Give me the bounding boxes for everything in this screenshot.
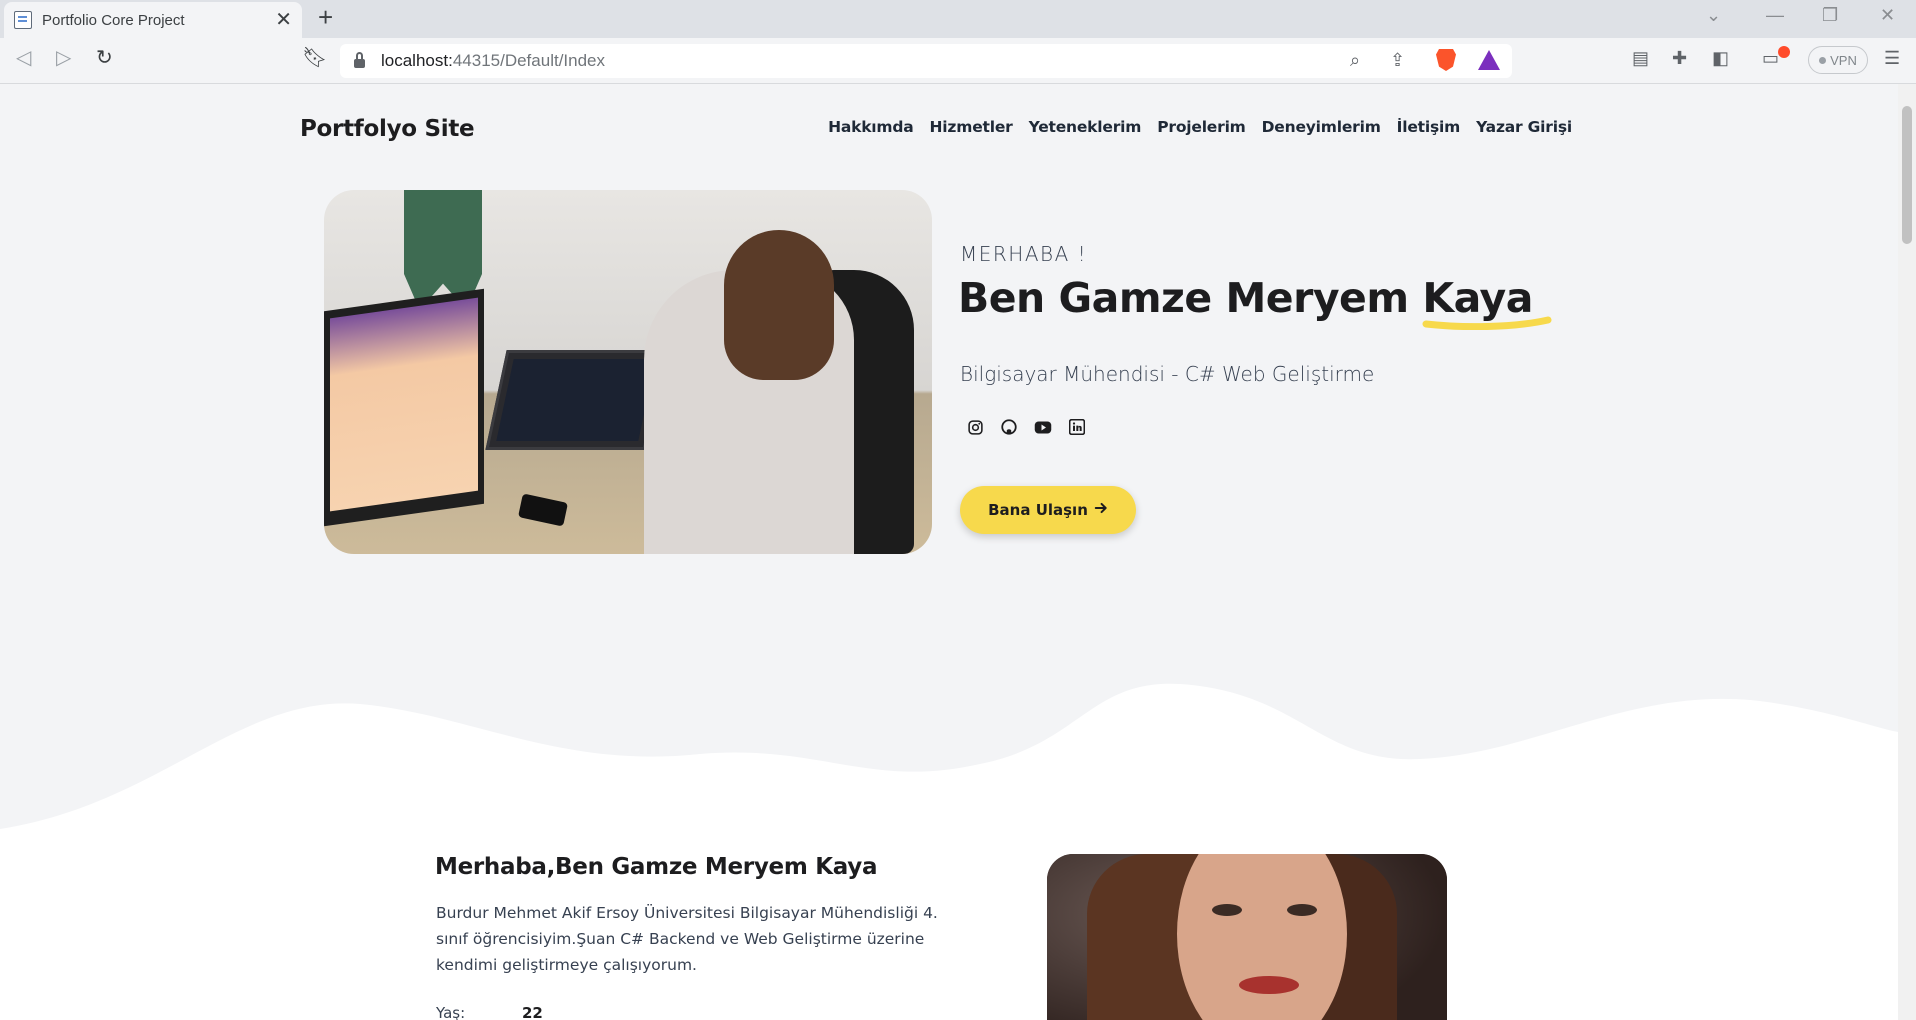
- lock-icon: [354, 52, 365, 68]
- bookmark-icon[interactable]: 🔖︎: [302, 48, 327, 68]
- close-tab-icon[interactable]: ✕: [275, 10, 292, 30]
- wallet-icon[interactable]: ▭: [1762, 49, 1779, 67]
- zoom-icon[interactable]: ⌕: [1350, 51, 1360, 69]
- about-title: Merhaba,Ben Gamze Meryem Kaya: [435, 854, 878, 880]
- hero-photo: [324, 190, 932, 554]
- social-links: [966, 418, 1086, 436]
- hero-greeting: MERHABA !: [960, 242, 1088, 266]
- about-text: Burdur Mehmet Akif Ersoy Üniversitesi Bi…: [436, 904, 938, 974]
- url-host: localhost:: [381, 51, 453, 70]
- new-tab-button[interactable]: +: [318, 4, 333, 30]
- reload-icon[interactable]: ↻: [96, 48, 113, 68]
- age-value: 22: [522, 1004, 543, 1020]
- browser-toolbar: ◁ ▷ ↻ 🔖︎ localhost: 44315/Default/Index ⌕…: [0, 38, 1916, 84]
- notification-badge: [1778, 46, 1790, 58]
- reader-mode-icon[interactable]: ▤: [1632, 49, 1649, 67]
- sidebar-icon[interactable]: ◧: [1712, 49, 1729, 67]
- tab-search-icon[interactable]: ⌄: [1706, 6, 1721, 24]
- close-window-button[interactable]: ✕: [1880, 6, 1895, 24]
- restore-button[interactable]: ❐: [1822, 6, 1838, 24]
- page-scrollbar[interactable]: [1898, 84, 1916, 1020]
- contact-me-label: Bana Ulaşın: [988, 501, 1088, 519]
- vpn-button[interactable]: VPN: [1808, 46, 1868, 74]
- minimize-button[interactable]: —: [1766, 6, 1784, 24]
- browser-tab[interactable]: Portfolio Core Project ✕: [4, 2, 302, 38]
- share-icon[interactable]: ⇪: [1390, 51, 1405, 69]
- vpn-label: VPN: [1830, 52, 1857, 68]
- vpn-status-dot: [1819, 56, 1827, 64]
- page-content: Portfolyo Site Hakkımda Hizmetler Yetene…: [0, 84, 1898, 1020]
- highlight-underline: [1422, 316, 1552, 330]
- site-brand[interactable]: Portfolyo Site: [300, 116, 475, 142]
- github-icon[interactable]: [1000, 418, 1018, 436]
- instagram-icon[interactable]: [966, 418, 984, 436]
- tab-title: Portfolio Core Project: [42, 11, 185, 29]
- contact-me-button[interactable]: Bana Ulaşın: [960, 486, 1136, 534]
- hero-name-prefix: Ben Gamze Meryem: [958, 274, 1423, 322]
- browser-tab-bar: Portfolio Core Project ✕ + ⌄ — ❐ ✕: [0, 0, 1916, 38]
- nav-contact[interactable]: İletişim: [1397, 118, 1461, 136]
- site-nav: Hakkımda Hizmetler Yeteneklerim Projeler…: [828, 118, 1572, 136]
- nav-services[interactable]: Hizmetler: [930, 118, 1013, 136]
- profile-photo: [1047, 854, 1447, 1020]
- nav-experience[interactable]: Deneyimlerim: [1262, 118, 1381, 136]
- url-path: 44315/Default/Index: [452, 51, 605, 70]
- extensions-icon[interactable]: ✚: [1672, 49, 1687, 67]
- menu-icon[interactable]: ☰: [1884, 49, 1900, 67]
- arrow-right-icon: [1094, 501, 1108, 519]
- youtube-icon[interactable]: [1034, 418, 1052, 436]
- back-icon[interactable]: ◁: [16, 48, 31, 68]
- nav-author-login[interactable]: Yazar Girişi: [1476, 118, 1572, 136]
- hero-name: Ben Gamze Meryem Kaya: [958, 274, 1552, 330]
- nav-skills[interactable]: Yeteneklerim: [1029, 118, 1142, 136]
- nav-projects[interactable]: Projelerim: [1157, 118, 1246, 136]
- address-bar[interactable]: localhost: 44315/Default/Index ⌕ ⇪: [340, 44, 1512, 78]
- nav-about[interactable]: Hakkımda: [828, 118, 914, 136]
- forward-icon[interactable]: ▷: [56, 48, 71, 68]
- brave-rewards-icon[interactable]: [1478, 50, 1500, 70]
- hero-role: Bilgisayar Mühendisi - C# Web Geliştirme: [960, 362, 1375, 386]
- hero-name-highlight: Kaya: [1422, 274, 1552, 330]
- age-label: Yaş:: [436, 1004, 466, 1020]
- linkedin-icon[interactable]: [1068, 418, 1086, 436]
- scrollbar-thumb[interactable]: [1902, 106, 1912, 244]
- page-favicon-icon: [14, 11, 32, 29]
